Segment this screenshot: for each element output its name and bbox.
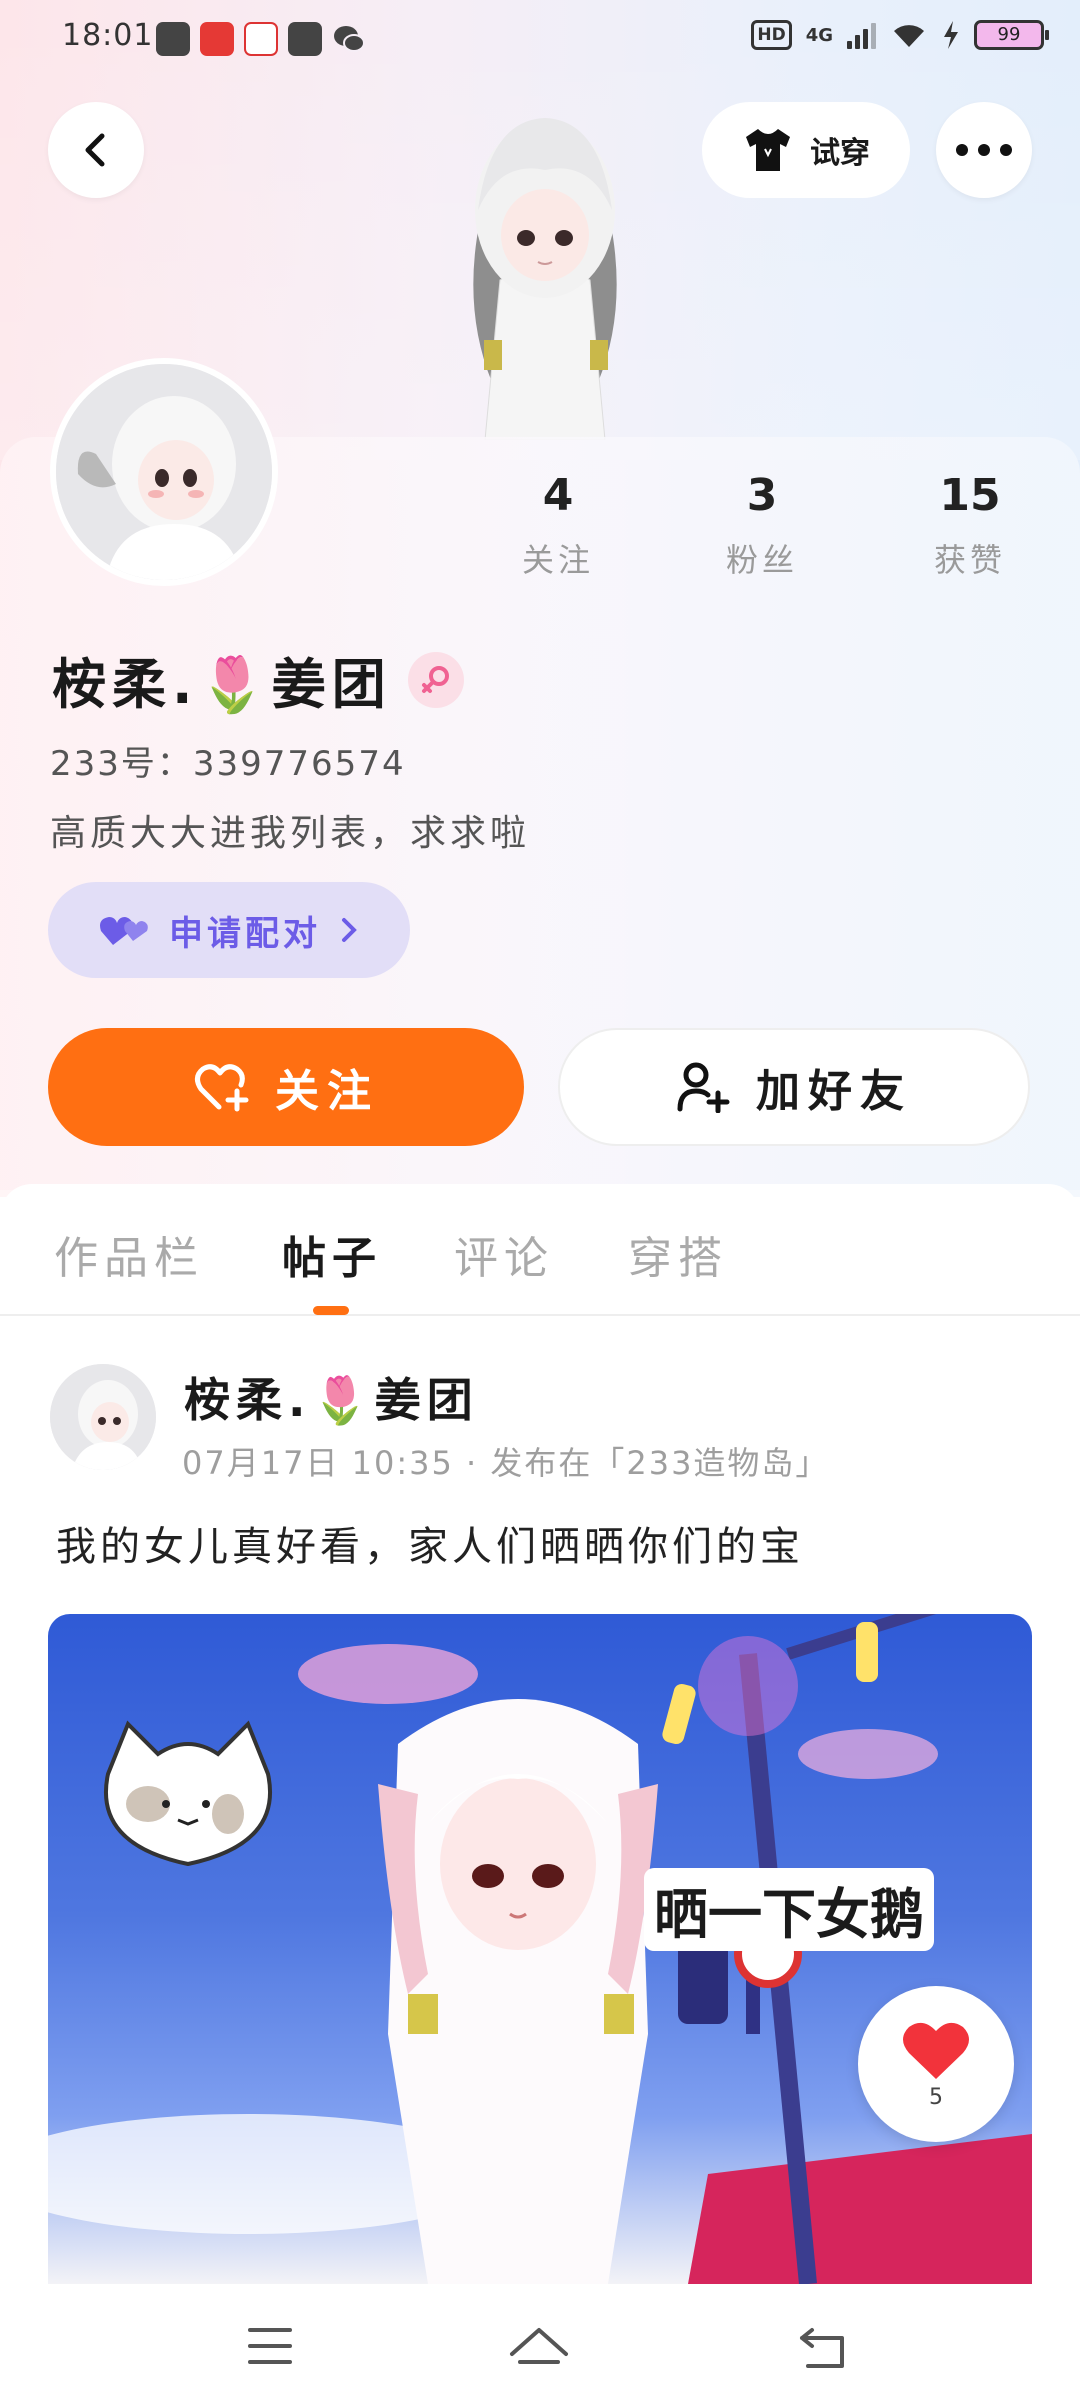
follow-button[interactable]: 关注 [48,1028,524,1146]
tab-comments[interactable]: 评论 [454,1222,554,1286]
home-icon[interactable] [508,2324,570,2372]
stat-followers[interactable]: 3 粉丝 [682,470,842,581]
heart-icon [903,2022,969,2079]
network-label: 4G [805,24,833,46]
signal-icon [847,21,876,49]
more-dots-icon [956,144,1012,156]
stat-likes[interactable]: 15 获赞 [890,470,1050,581]
back-nav-icon[interactable] [798,2324,850,2372]
followers-label: 粉丝 [725,541,798,579]
hearts-icon [100,917,148,945]
character-avatar-3d[interactable] [440,100,650,440]
post-text[interactable]: 我的女儿真好看，家人们晒晒你们的宝 [56,1514,804,1572]
post-image[interactable]: 晒一下女鹅 [48,1614,1032,2284]
tab-outfits[interactable]: 穿搭 [628,1222,728,1286]
request-pair-label: 申请配对 [169,913,321,954]
like-count: 5 [929,2084,943,2110]
user-bio: 高质大大进我列表，求求啦 [50,813,531,854]
following-count: 4 [542,470,574,521]
chevron-left-icon [85,133,105,167]
content-tabs: 作品栏 帖子 评论 穿搭 [0,1184,1080,1316]
request-pair-button[interactable]: 申请配对 [48,882,410,978]
app-notification-icon [288,22,322,56]
post-author-avatar[interactable] [50,1364,156,1470]
nickname: 桉柔.🌷姜团 [52,653,392,716]
tshirt-icon [746,129,790,171]
likes-count: 15 [939,470,1001,521]
stat-following[interactable]: 4 关注 [478,470,638,581]
app-notification-icon [200,22,234,56]
tab-works[interactable]: 作品栏 [54,1222,204,1286]
add-user-icon [677,1062,730,1113]
app-notification-icon [244,22,278,56]
like-button[interactable]: 5 [858,1986,1014,2142]
try-on-label: 试穿 [810,136,870,171]
wechat-icon [332,22,366,56]
back-button[interactable] [48,102,144,198]
hd-icon: HD [751,20,792,50]
app-notification-icon [156,22,190,56]
likes-label: 获赞 [933,541,1006,579]
chevron-right-icon [342,918,357,942]
profile-avatar[interactable] [50,358,278,586]
post-meta: 07月17日 10:35 · 发布在「233造物岛」 [182,1444,830,1482]
nickname-row: 桉柔.🌷姜团 [52,640,464,719]
battery-icon: 99 [974,20,1049,50]
add-friend-label: 加好友 [756,1066,912,1117]
menu-icon[interactable] [246,2324,294,2368]
heart-plus-icon [195,1064,249,1112]
status-time: 18:01 [62,18,154,53]
tab-posts[interactable]: 帖子 [282,1222,382,1286]
status-bar: 18:01 HD 4G 99 [0,0,1080,80]
wifi-icon [894,25,924,47]
more-button[interactable] [936,102,1032,198]
system-nav-bar [0,2284,1080,2408]
charging-icon [944,21,958,49]
post-author-name[interactable]: 桉柔.🌷姜团 [184,1364,479,1430]
female-gender-icon [407,651,464,708]
post-image-caption: 晒一下女鹅 [644,1868,934,1951]
try-on-button[interactable]: 试穿 [702,102,910,198]
followers-count: 3 [746,470,778,521]
active-tab-indicator [313,1306,349,1315]
user-id: 233号：339776574 [50,744,406,784]
following-label: 关注 [521,541,594,579]
add-friend-button[interactable]: 加好友 [558,1028,1030,1146]
follow-label: 关注 [275,1066,379,1117]
